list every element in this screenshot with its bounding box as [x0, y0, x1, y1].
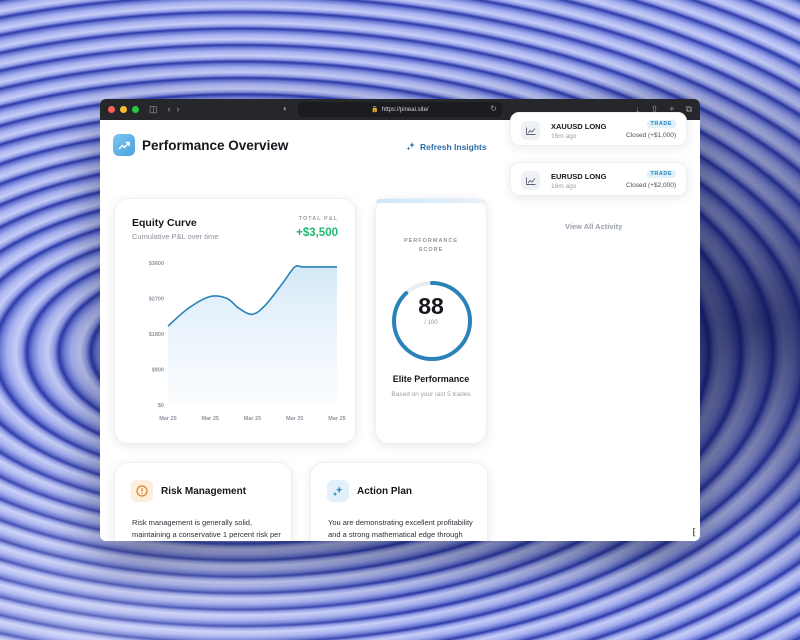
sparkles-icon	[406, 141, 416, 153]
equity-curve-card: Equity Curve Cumulative P&L over time TO…	[114, 198, 356, 444]
chart-icon	[521, 171, 540, 190]
reload-icon[interactable]: ↻	[490, 104, 497, 113]
action-plan-card: Action Plan You are demonstrating excell…	[310, 462, 488, 541]
x-tick-label: Mar 25	[286, 416, 303, 422]
sparkles-icon	[327, 480, 349, 502]
score-card-accent	[376, 199, 486, 203]
tab-overview-icon[interactable]: ⧉	[686, 99, 692, 120]
y-tick-label: $3600	[149, 261, 164, 267]
lock-icon: 🔒	[371, 107, 379, 113]
activity-time: 16m ago	[551, 183, 577, 190]
x-tick-label: Mar 25	[159, 416, 176, 422]
activity-time: 16m ago	[551, 133, 577, 140]
chart-icon	[521, 121, 540, 140]
x-tick-label: Mar 25	[244, 416, 261, 422]
refresh-insights-label: Refresh Insights	[420, 142, 487, 152]
sidebar-toggle-icon[interactable]: ◫	[149, 99, 158, 120]
zoom-window-button[interactable]	[132, 106, 139, 113]
activity-badge: TRADE	[646, 170, 676, 178]
alert-circle-icon	[131, 480, 153, 502]
equity-area	[168, 265, 337, 405]
action-plan-title: Action Plan	[357, 486, 413, 497]
view-all-activity-link[interactable]: View All Activity	[565, 222, 622, 231]
score-max: / 100	[424, 320, 438, 326]
y-tick-label: $1800	[149, 332, 164, 338]
activity-item[interactable]: EURUSD LONG 16m ago TRADE Closed (+$2,00…	[510, 162, 687, 196]
browser-window: ◫ ‹ › ◐ 🔒 https://pineai.site/ ↻ ↓ ⇧ + ⧉…	[100, 99, 700, 541]
activity-badge: TRADE	[646, 120, 676, 128]
y-tick-label: $2700	[149, 297, 164, 303]
close-window-button[interactable]	[108, 106, 115, 113]
activity-pair: EURUSD LONG	[551, 172, 607, 181]
risk-management-card: Risk Management Risk management is gener…	[114, 462, 292, 541]
score-value: 88	[418, 293, 444, 319]
score-label-line1: PERFORMANCE	[403, 238, 459, 244]
y-tick-label: $900	[152, 368, 164, 374]
equity-chart: $3600 $2700 $1800 $900 $0 Mar 25 Mar 25 Mar 25 M…	[149, 261, 346, 422]
address-url: https://pineai.site/	[381, 106, 429, 113]
page-content: Performance Overview Refresh Insights Eq…	[100, 112, 700, 541]
refresh-insights-button[interactable]: Refresh Insights	[406, 141, 487, 153]
activity-pair: XAUUSD LONG	[551, 122, 607, 131]
window-controls	[108, 106, 139, 113]
activity-item[interactable]: XAUUSD LONG 16m ago TRADE Closed (+$1,00…	[510, 112, 687, 146]
activity-result: Closed (+$1,000)	[625, 132, 676, 139]
performance-score-card: PERFORMANCE SCORE 88 / 100 Elite Perform…	[375, 198, 487, 444]
page-title: Performance Overview	[142, 138, 289, 153]
back-icon[interactable]: ‹	[168, 99, 171, 120]
privacy-shield-icon[interactable]: ◐	[283, 104, 288, 113]
y-tick-label: $0	[158, 403, 164, 409]
minimize-window-button[interactable]	[120, 106, 127, 113]
risk-title: Risk Management	[161, 486, 247, 497]
risk-body: Risk management is generally solid, main…	[132, 518, 281, 540]
trending-up-icon	[113, 134, 135, 156]
address-bar[interactable]: 🔒 https://pineai.site/ ↻	[298, 102, 502, 117]
x-tick-label: Mar 25	[328, 416, 345, 422]
x-tick-label: Mar 25	[202, 416, 219, 422]
activity-result: Closed (+$2,000)	[625, 182, 676, 189]
score-note: Based on your last 5 trades	[391, 391, 471, 398]
score-title: Elite Performance	[392, 374, 470, 384]
action-plan-body: You are demonstrating excellent profitab…	[328, 518, 473, 540]
forward-icon[interactable]: ›	[177, 99, 180, 120]
score-label-line2: SCORE	[418, 247, 444, 253]
resize-handle-icon[interactable]: ⁅	[692, 527, 696, 538]
score-label: PERFORMANCE SCORE	[376, 237, 486, 255]
